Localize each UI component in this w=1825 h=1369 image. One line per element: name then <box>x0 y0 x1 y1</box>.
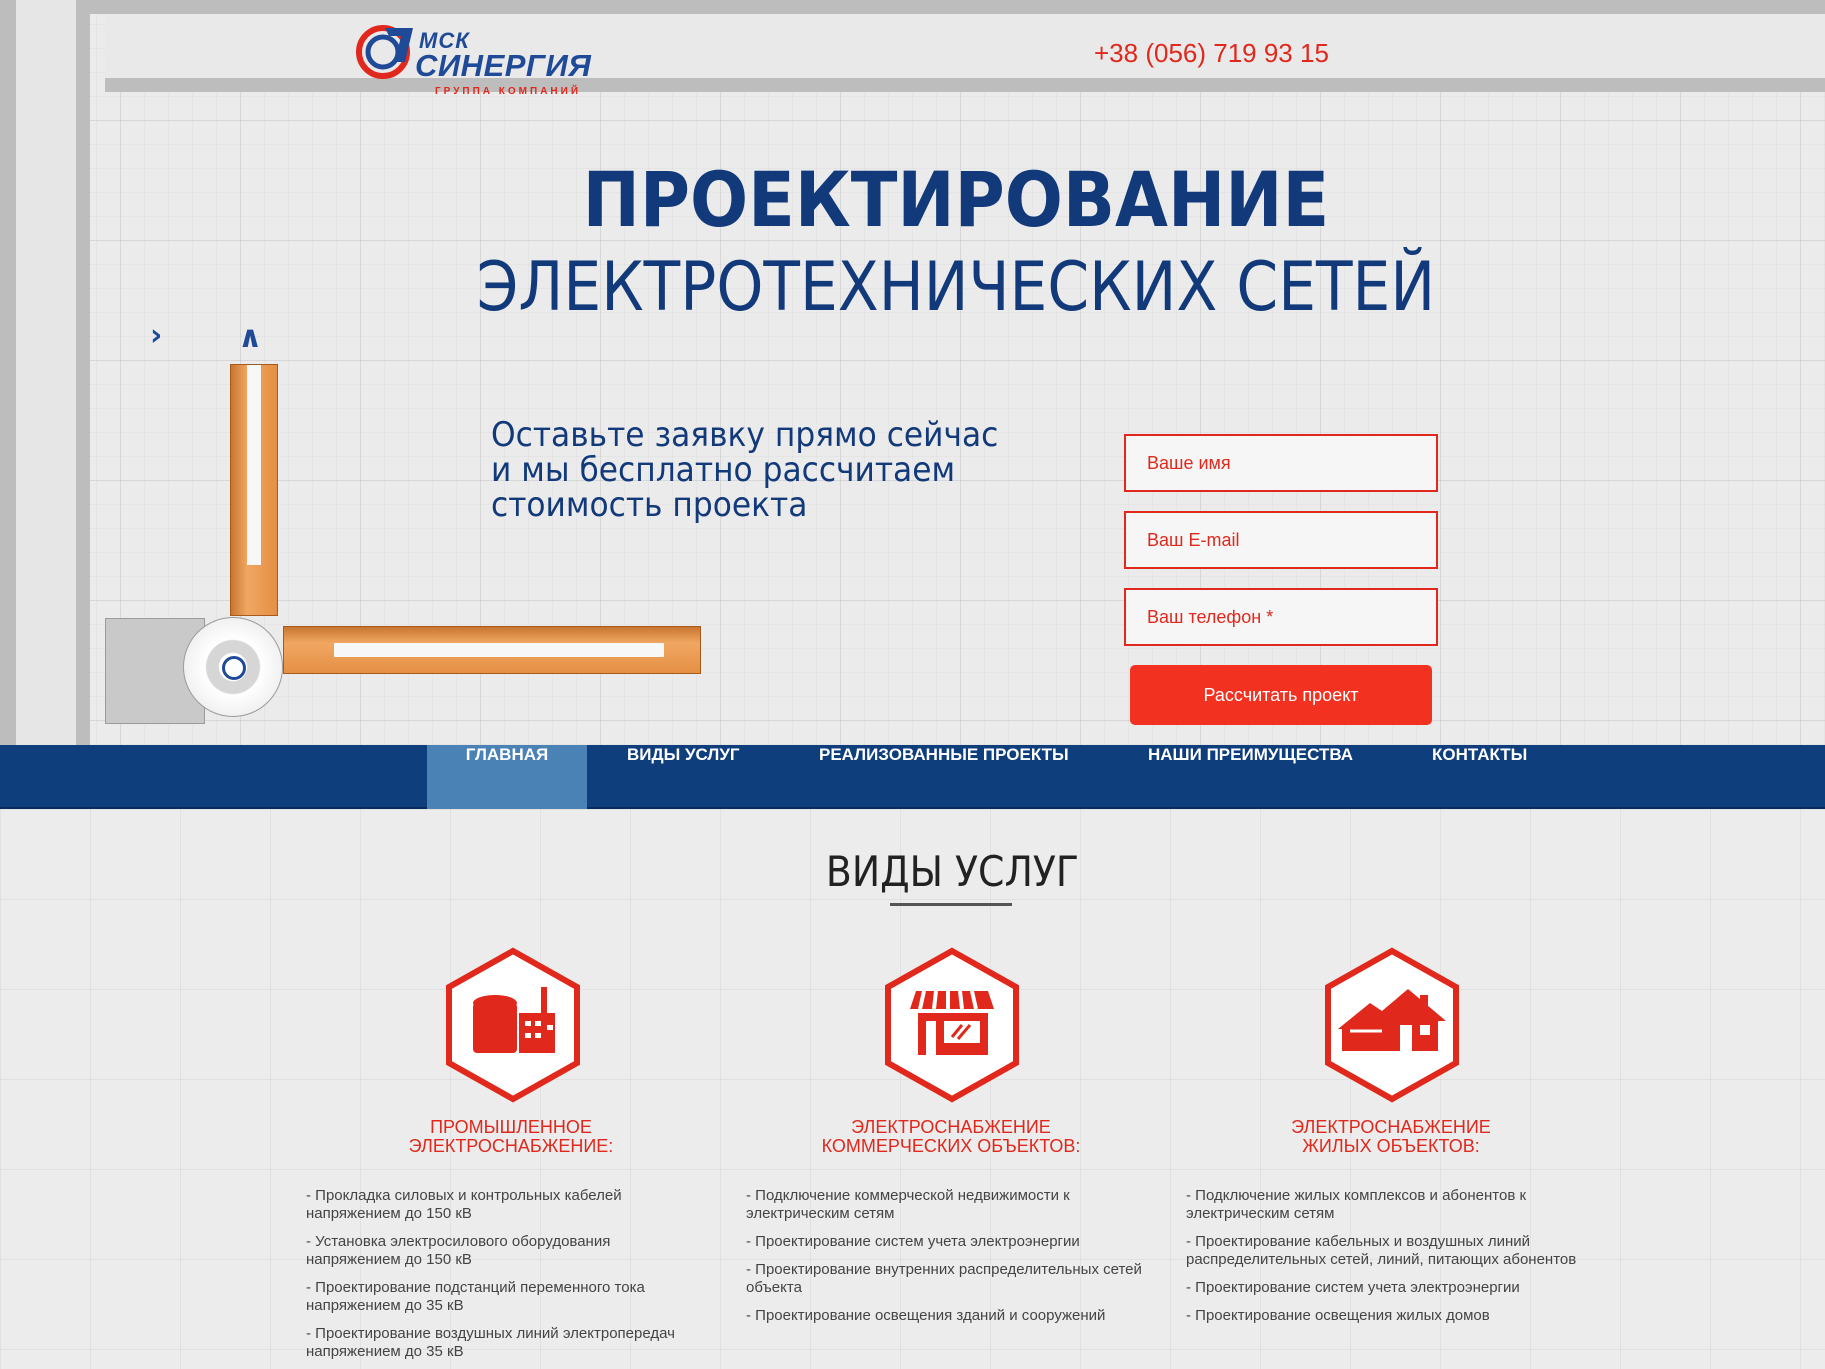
chevron-right-icon[interactable]: › <box>150 318 162 353</box>
shop-icon <box>882 947 1022 1103</box>
service-title-industrial: ПРОМЫШЛЕННОЕ ЭЛЕКТРОСНАБЖЕНИЕ: <box>301 1118 721 1156</box>
factory-icon <box>443 947 583 1103</box>
logo-name-line2: СИНЕРГИЯ <box>415 48 592 83</box>
service-title-line: ЖИЛЫХ ОБЪЕКТОВ: <box>1302 1136 1480 1156</box>
chevron-up-icon[interactable]: ∧ <box>238 320 262 355</box>
nav-item-services[interactable]: ВИДЫ УСЛУГ <box>627 745 740 809</box>
service-title-line: КОММЕРЧЕСКИХ ОБЪЕКТОВ: <box>821 1136 1081 1156</box>
house-icon <box>1322 947 1462 1103</box>
title-underline <box>890 903 1012 906</box>
list-item: - Проектирование подстанций переменного … <box>306 1279 645 1314</box>
service-list-industrial: - Прокладка силовых и контрольных кабеле… <box>306 1187 706 1369</box>
hero-section: МСК СИНЕРГИЯ ГРУППА КОМПАНИЙ +38 (056) 7… <box>0 0 1825 745</box>
list-item: - Подключение жилых комплексов и абонент… <box>1186 1187 1527 1222</box>
nav-item-home[interactable]: ГЛАВНАЯ <box>427 745 587 809</box>
hero-frame-top <box>90 0 1825 14</box>
hero-frame-left <box>0 0 16 745</box>
list-item: - Проектирование систем учета электроэне… <box>746 1233 1080 1250</box>
ruler-horizontal-arm <box>283 626 701 674</box>
list-item: - Проектирование освещения жилых домов <box>1186 1307 1490 1324</box>
service-title-line: ЭЛЕКТРОСНАБЖЕНИЕ: <box>408 1136 614 1156</box>
list-item: - Подключение коммерческой недвижимости … <box>746 1187 1070 1222</box>
name-input[interactable] <box>1124 434 1438 492</box>
hero-call-to-action: Оставьте заявку прямо сейчас и мы беспла… <box>491 418 998 523</box>
list-item: - Установка электросилового оборудования… <box>306 1233 611 1268</box>
service-title-commercial: ЭЛЕКТРОСНАБЖЕНИЕ КОММЕРЧЕСКИХ ОБЪЕКТОВ: <box>741 1118 1161 1156</box>
service-title-line: ЭЛЕКТРОСНАБЖЕНИЕ <box>1291 1117 1491 1137</box>
logo-tagline: ГРУППА КОМПАНИЙ <box>435 86 582 97</box>
logo-mark-icon <box>356 25 413 79</box>
list-item: - Проектирование внутренних распределите… <box>746 1261 1142 1296</box>
list-item: - Проектирование систем учета электроэне… <box>1186 1279 1520 1296</box>
service-list-commercial: - Подключение коммерческой недвижимости … <box>746 1187 1146 1335</box>
hero-title-line2: ЭЛЕКТРОТЕХНИЧЕСКИХ СЕТЕЙ <box>476 248 1436 327</box>
nav-item-projects[interactable]: РЕАЛИЗОВАННЫЕ ПРОЕКТЫ <box>819 745 1069 809</box>
company-logo[interactable]: МСК СИНЕРГИЯ ГРУППА КОМПАНИЙ <box>355 22 615 97</box>
calculate-project-button[interactable]: Рассчитать проект <box>1130 665 1432 725</box>
ruler-vertical-arm <box>230 364 278 616</box>
service-title-line: ЭЛЕКТРОСНАБЖЕНИЕ <box>851 1117 1051 1137</box>
list-item: - Прокладка силовых и контрольных кабеле… <box>306 1187 622 1222</box>
ruler-dial <box>183 617 283 717</box>
list-item: - Проектирование кабельных и воздушных л… <box>1186 1233 1577 1268</box>
dial-logo-icon <box>222 656 246 680</box>
list-item: - Проектирование освещения зданий и соор… <box>746 1307 1106 1324</box>
hero-title-line1: ПРОЕКТИРОВАНИЕ <box>582 155 1330 244</box>
service-list-residential: - Подключение жилых комплексов и абонент… <box>1186 1187 1586 1335</box>
email-input[interactable] <box>1124 511 1438 569</box>
service-title-residential: ЭЛЕКТРОСНАБЖЕНИЕ ЖИЛЫХ ОБЪЕКТОВ: <box>1181 1118 1601 1156</box>
cta-line: и мы бесплатно рассчитаем <box>491 450 956 490</box>
section-title: ВИДЫ УСЛУГ <box>825 847 1079 896</box>
list-item: - Проектирование воздушных линий электро… <box>306 1325 675 1360</box>
services-section: ВИДЫ УСЛУГ ПРОМЫШЛЕННОЕ ЭЛЕКТРОСНАБЖЕНИЕ… <box>0 809 1825 1369</box>
hero-frame-strip <box>16 0 90 745</box>
header-phone-link[interactable]: +38 (056) 719 93 15 <box>1094 38 1329 69</box>
cta-line: Оставьте заявку прямо сейчас <box>491 415 999 455</box>
main-navigation: ГЛАВНАЯ ВИДЫ УСЛУГ РЕАЛИЗОВАННЫЕ ПРОЕКТЫ… <box>0 745 1825 809</box>
cta-line: стоимость проекта <box>491 485 808 525</box>
nav-item-contacts[interactable]: КОНТАКТЫ <box>1432 745 1527 809</box>
phone-input[interactable] <box>1124 588 1438 646</box>
service-title-line: ПРОМЫШЛЕННОЕ <box>430 1117 592 1137</box>
nav-item-advantages[interactable]: НАШИ ПРЕИМУЩЕСТВА <box>1148 745 1353 809</box>
